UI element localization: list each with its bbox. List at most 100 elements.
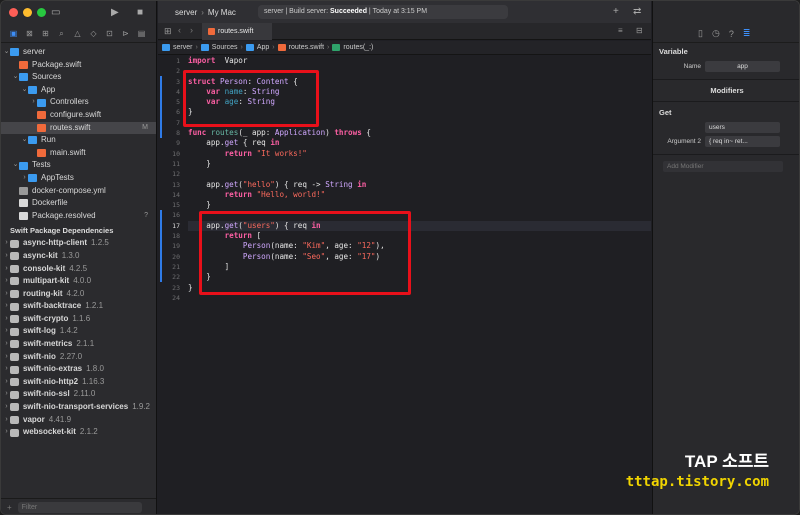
add-icon[interactable]: +	[613, 6, 619, 17]
chevron-right-icon[interactable]: ›	[3, 250, 10, 263]
code-line[interactable]: func routes(_ app: Application) throws {	[188, 128, 651, 138]
report-icon[interactable]: ▤	[137, 29, 146, 38]
chevron-right-icon[interactable]: ›	[3, 338, 10, 351]
chevron-down-icon[interactable]: ⌄	[12, 71, 19, 84]
folder-icon[interactable]: ▣	[9, 29, 18, 38]
tree-item[interactable]: routes.swift M	[1, 121, 156, 135]
chevron-right-icon[interactable]: ›	[3, 414, 10, 427]
stop-button-icon[interactable]: ■	[137, 7, 143, 18]
chevron-right-icon[interactable]: ›	[3, 313, 10, 326]
tree-item[interactable]: › Controllers	[1, 96, 156, 109]
argument1-field[interactable]: users	[705, 122, 780, 133]
tree-item[interactable]: configure.swift	[1, 109, 156, 122]
minimize-window-button[interactable]	[23, 7, 32, 17]
help-icon[interactable]: ?	[729, 29, 734, 39]
tree-item[interactable]: › AppTests	[1, 172, 156, 185]
package-item[interactable]: › swift-nio-extras 1.8.0	[1, 363, 156, 376]
package-item[interactable]: › swift-nio-http2 1.16.3	[1, 376, 156, 389]
chevron-right-icon[interactable]: ›	[3, 325, 10, 338]
package-item[interactable]: › async-http-client 1.2.5	[1, 237, 156, 250]
tree-item[interactable]: ⌄ Sources	[1, 71, 156, 84]
back-icon[interactable]: ‹	[178, 25, 181, 35]
tree-item[interactable]: ⌄ Tests	[1, 159, 156, 172]
source-control-icon[interactable]: ⊠	[25, 29, 34, 38]
tree-item[interactable]: docker-compose.yml	[1, 185, 156, 198]
search-icon[interactable]: ⌕	[57, 29, 66, 38]
code-line[interactable]: }	[188, 159, 651, 169]
add-icon[interactable]: +	[7, 503, 12, 512]
breakpoint-icon[interactable]: ⊳	[121, 29, 130, 38]
chevron-right-icon[interactable]: ›	[3, 263, 10, 276]
attributes-icon[interactable]: ≣	[743, 28, 751, 39]
package-item[interactable]: › swift-nio-ssl 2.11.0	[1, 388, 156, 401]
chevron-right-icon[interactable]: ›	[3, 288, 10, 301]
editor-options-icon[interactable]: ≡	[618, 26, 623, 35]
chevron-right-icon[interactable]: ›	[3, 401, 10, 414]
split-view-icon[interactable]: ⇄	[633, 6, 641, 17]
chevron-right-icon[interactable]: ›	[3, 237, 10, 250]
chevron-right-icon[interactable]: ›	[3, 363, 10, 376]
jump-bar-item[interactable]: server	[173, 44, 192, 51]
package-item[interactable]: › swift-nio-transport-services 1.9.2	[1, 401, 156, 414]
tree-item[interactable]: Package.swift	[1, 59, 156, 72]
name-field[interactable]: app	[705, 61, 780, 72]
code-line[interactable]: app.get("hello") { req -> String in	[188, 180, 651, 190]
chevron-down-icon[interactable]: ⌄	[21, 84, 28, 97]
test-icon[interactable]: ◇	[89, 29, 98, 38]
code-line[interactable]: return "It works!"	[188, 149, 651, 159]
symbol-icon[interactable]: ⊞	[41, 29, 50, 38]
chevron-down-icon[interactable]: ⌄	[21, 134, 28, 147]
package-item[interactable]: › async-kit 1.3.0	[1, 250, 156, 263]
chevron-right-icon[interactable]: ›	[3, 275, 10, 288]
run-button-icon[interactable]: ▶	[111, 7, 119, 18]
forward-icon[interactable]: ›	[190, 25, 193, 35]
warning-icon[interactable]: △	[73, 29, 82, 38]
chevron-right-icon[interactable]: ›	[21, 172, 28, 185]
add-modifier-field[interactable]: Add Modifier	[663, 161, 783, 172]
package-item[interactable]: › routing-kit 4.2.0	[1, 288, 156, 301]
package-item[interactable]: › swift-metrics 2.1.1	[1, 338, 156, 351]
sidebar-toggle-icon[interactable]: ▭	[51, 7, 60, 18]
package-item[interactable]: › console-kit 4.2.5	[1, 263, 156, 276]
code-line[interactable]: }	[188, 200, 651, 210]
tree-item[interactable]: ⌄ App	[1, 84, 156, 97]
close-window-button[interactable]	[9, 7, 18, 17]
grid-icon[interactable]: ⊞	[164, 26, 172, 37]
chevron-right-icon[interactable]: ›	[30, 96, 37, 109]
code-line[interactable]: app.get { req in	[188, 138, 651, 148]
package-item[interactable]: › vapor 4.41.9	[1, 414, 156, 427]
history-icon[interactable]: ◷	[712, 28, 720, 39]
jump-bar-item[interactable]: Sources	[212, 44, 238, 51]
chevron-right-icon[interactable]: ›	[3, 351, 10, 364]
chevron-down-icon[interactable]: ⌄	[12, 159, 19, 172]
tab-routes-swift[interactable]: routes.swift	[202, 23, 272, 40]
tree-item[interactable]: ⌄ server	[1, 46, 156, 59]
package-item[interactable]: › swift-log 1.4.2	[1, 325, 156, 338]
debug-icon[interactable]: ⊡	[105, 29, 114, 38]
package-item[interactable]: › swift-backtrace 1.2.1	[1, 300, 156, 313]
package-item[interactable]: › swift-crypto 1.1.6	[1, 313, 156, 326]
code-line[interactable]	[188, 169, 651, 179]
package-item[interactable]: › websocket-kit 2.1.2	[1, 426, 156, 439]
package-item[interactable]: › swift-nio 2.27.0	[1, 351, 156, 364]
tree-item[interactable]: ⌄ Run	[1, 134, 156, 147]
code-line[interactable]: return "Hello, world!"	[188, 190, 651, 200]
zoom-window-button[interactable]	[37, 7, 46, 17]
chevron-right-icon[interactable]: ›	[3, 426, 10, 439]
code-line[interactable]: import Vapor	[188, 56, 651, 66]
filter-input[interactable]: Filter	[17, 502, 142, 513]
tree-item[interactable]: Dockerfile	[1, 197, 156, 210]
argument2-field[interactable]: { req in~ ret...	[705, 136, 780, 147]
code-editor[interactable]: 1 2 3 4 5 6 7 8 9 10 11 12 13 14 15 16 17 18 19 20 21 22 23 24 …	[158, 56, 651, 514]
jump-bar-item[interactable]: App	[257, 44, 269, 51]
file-inspector-icon[interactable]: ▯	[698, 28, 703, 39]
jump-bar-item[interactable]: routes(_:)	[343, 44, 373, 51]
scheme-selector[interactable]: server › My Mac	[175, 8, 236, 17]
package-item[interactable]: › multipart-kit 4.0.0	[1, 275, 156, 288]
chevron-right-icon[interactable]: ›	[3, 388, 10, 401]
chevron-right-icon[interactable]: ›	[3, 376, 10, 389]
tree-item[interactable]: Package.resolved?	[1, 210, 156, 223]
chevron-down-icon[interactable]: ⌄	[3, 46, 10, 59]
tree-item[interactable]: main.swift	[1, 147, 156, 160]
chevron-right-icon[interactable]: ›	[3, 300, 10, 313]
